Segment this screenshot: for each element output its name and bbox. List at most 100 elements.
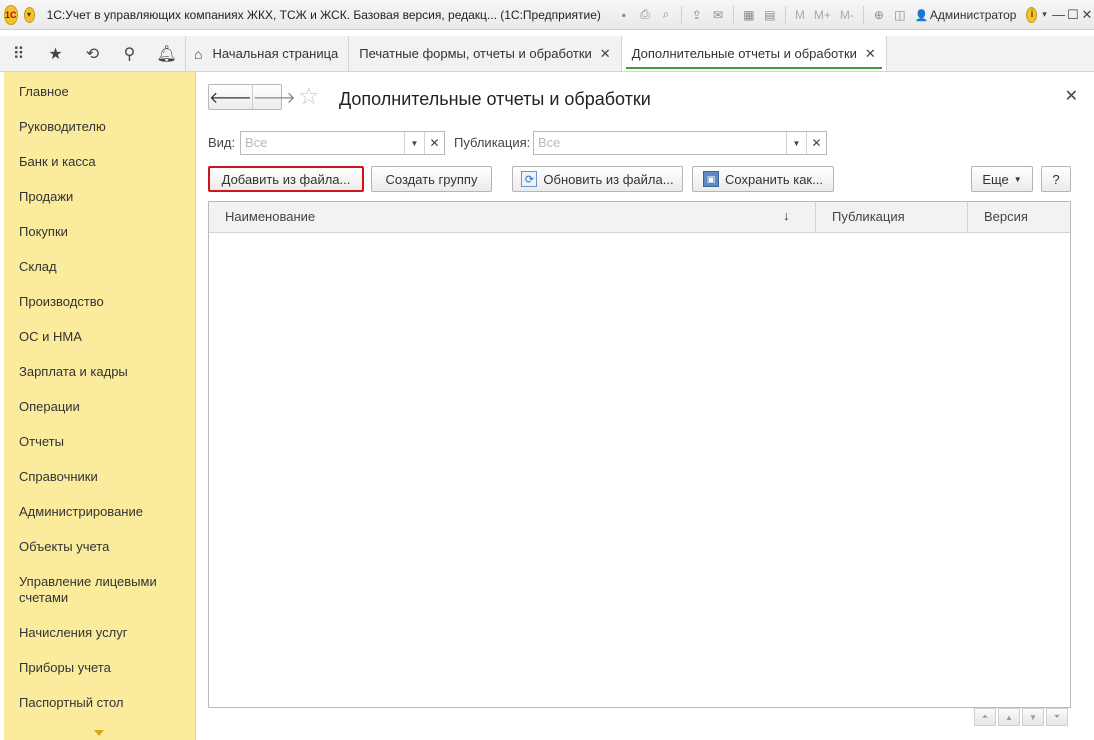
sidebar-item-operations[interactable]: Операции bbox=[19, 399, 189, 415]
history-icon[interactable]: ⟲ bbox=[74, 36, 111, 71]
publication-filter-label: Публикация: bbox=[454, 135, 531, 150]
sidebar-item-meters[interactable]: Приборы учета bbox=[19, 660, 189, 676]
sidebar-item-purchases[interactable]: Покупки bbox=[19, 224, 189, 240]
main-menu-icon[interactable]: ▾ bbox=[23, 6, 35, 23]
sidebar-item-accounting-objects[interactable]: Объекты учета bbox=[19, 539, 189, 555]
form-area: 🡐 🡒 ☆ Дополнительные отчеты и обработки … bbox=[196, 72, 1090, 740]
sidebar-item-payroll[interactable]: Зарплата и кадры bbox=[19, 364, 189, 380]
publication-filter-field[interactable]: Все ▼ ✕ bbox=[533, 131, 827, 155]
close-icon[interactable]: ✕ bbox=[600, 46, 611, 62]
calendar-icon[interactable]: ▤ bbox=[761, 6, 779, 24]
reports-table[interactable]: Наименование ↓ Публикация Версия bbox=[208, 201, 1071, 708]
save-as-button[interactable]: ▣ Сохранить как... bbox=[692, 166, 834, 192]
create-group-button[interactable]: Создать группу bbox=[371, 166, 492, 192]
scroll-up-icon[interactable]: ▲ bbox=[998, 708, 1020, 726]
sections-menu-icon[interactable]: ⠿ bbox=[0, 36, 37, 71]
search-icon[interactable]: ⚲ bbox=[111, 36, 148, 71]
kind-filter-field[interactable]: Все ▼ ✕ bbox=[240, 131, 445, 155]
calculator-icon[interactable]: ▦ bbox=[740, 6, 758, 24]
sidebar-item-production[interactable]: Производство bbox=[19, 294, 189, 310]
panels-icon[interactable]: ◫ bbox=[891, 6, 909, 24]
dropdown-icon[interactable]: ▼ bbox=[404, 132, 424, 154]
sidebar-item-main[interactable]: Главное bbox=[19, 84, 189, 100]
current-user[interactable]: 👤 Администратор bbox=[915, 8, 1017, 22]
app-logo-icon: 1С bbox=[4, 4, 18, 25]
sidebar-item-fixed-assets[interactable]: ОС и НМА bbox=[19, 329, 189, 345]
kind-filter-value[interactable]: Все bbox=[241, 132, 404, 154]
save-icon[interactable]: ▪ bbox=[615, 6, 633, 24]
tab-additional-reports[interactable]: Дополнительные отчеты и обработки ✕ bbox=[620, 36, 887, 71]
maximize-icon[interactable]: ☐ bbox=[1066, 4, 1080, 26]
divider bbox=[862, 5, 864, 24]
divider bbox=[784, 5, 786, 24]
help-button[interactable]: ? bbox=[1041, 166, 1071, 192]
favorite-star-icon[interactable]: ☆ bbox=[298, 85, 320, 109]
close-icon[interactable]: ✕ bbox=[1080, 4, 1094, 26]
home-icon: ⌂ bbox=[194, 45, 203, 62]
sidebar-item-administration[interactable]: Администрирование bbox=[19, 504, 189, 520]
zoom-icon[interactable]: ⊕ bbox=[870, 6, 888, 24]
info-icon[interactable]: i bbox=[1026, 6, 1038, 23]
title-toolbar: ▪ ⎙ ⌕ ⇪ ✉ ▦ ▤ M M+ M- ⊕ ◫ bbox=[615, 5, 909, 24]
close-form-icon[interactable]: ✕ bbox=[1065, 86, 1078, 106]
window-title-bar: 1С ▾ 1С:Учет в управляющих компаниях ЖКХ… bbox=[0, 0, 1094, 30]
column-header-name[interactable]: Наименование bbox=[209, 202, 815, 232]
memory-m-minus-button[interactable]: M- bbox=[840, 8, 854, 22]
memory-m-button[interactable]: M bbox=[795, 8, 805, 22]
divider bbox=[680, 5, 682, 24]
sections-panel: Главное Руководителю Банк и касса Продаж… bbox=[4, 72, 196, 740]
publication-filter-value[interactable]: Все bbox=[534, 132, 786, 154]
user-icon: 👤 bbox=[914, 9, 929, 22]
sort-descending-icon: ↓ bbox=[783, 208, 790, 223]
sidebar-item-passport-desk[interactable]: Паспортный стол bbox=[19, 695, 189, 711]
button-label: Сохранить как... bbox=[725, 171, 823, 187]
add-from-file-button[interactable]: Добавить из файла... bbox=[208, 166, 364, 192]
attach-icon[interactable]: ⇪ bbox=[688, 6, 706, 24]
history-navigation: 🡐 🡒 bbox=[208, 84, 296, 110]
forward-button[interactable]: 🡒 bbox=[251, 85, 296, 109]
window-menu-icon[interactable]: ▾ bbox=[1037, 4, 1051, 26]
scroll-down-icon[interactable]: ▼ bbox=[1022, 708, 1044, 726]
sidebar-item-bank[interactable]: Банк и касса bbox=[19, 154, 189, 170]
save-icon: ▣ bbox=[703, 171, 720, 187]
scroll-down-icon[interactable] bbox=[94, 730, 104, 736]
back-button[interactable]: 🡐 bbox=[209, 85, 252, 109]
minimize-icon[interactable]: — bbox=[1052, 4, 1066, 26]
dropdown-icon[interactable]: ▼ bbox=[786, 132, 806, 154]
column-header-version[interactable]: Версия bbox=[967, 202, 1070, 232]
table-header: Наименование ↓ Публикация Версия bbox=[209, 202, 1070, 233]
sidebar-item-service-charges[interactable]: Начисления услуг bbox=[19, 625, 189, 641]
mail-icon[interactable]: ✉ bbox=[709, 6, 727, 24]
tab-print-forms[interactable]: Печатные формы, отчеты и обработки ✕ bbox=[348, 36, 620, 71]
sidebar-item-sales[interactable]: Продажи bbox=[19, 189, 189, 205]
close-icon[interactable]: ✕ bbox=[865, 46, 876, 62]
more-button[interactable]: Еще ▼ bbox=[971, 166, 1033, 192]
memory-m-plus-button[interactable]: M+ bbox=[814, 8, 831, 22]
button-label: Еще bbox=[982, 171, 1009, 187]
tab-label: Начальная страница bbox=[212, 46, 339, 61]
sidebar-item-personal-accounts[interactable]: Управление лицевыми счетами bbox=[19, 574, 169, 606]
button-label: Создать группу bbox=[385, 171, 478, 187]
kind-filter-label: Вид: bbox=[208, 135, 236, 150]
chevron-down-icon: ▼ bbox=[1013, 174, 1022, 184]
notifications-icon[interactable]: 🔔︎ bbox=[148, 36, 185, 71]
page-title: Дополнительные отчеты и обработки bbox=[339, 89, 651, 109]
sidebar-item-warehouse[interactable]: Склад bbox=[19, 259, 189, 275]
clear-icon[interactable]: ✕ bbox=[424, 132, 444, 154]
print-icon[interactable]: ⎙ bbox=[636, 6, 654, 24]
scroll-first-icon[interactable]: ⏶ bbox=[974, 708, 996, 726]
tab-home[interactable]: ⌂ Начальная страница bbox=[185, 36, 348, 71]
print-preview-icon[interactable]: ⌕ bbox=[657, 6, 675, 24]
update-from-file-button[interactable]: ⟳ Обновить из файла... bbox=[512, 166, 683, 192]
favorites-icon[interactable]: ★ bbox=[37, 36, 74, 71]
tab-label: Дополнительные отчеты и обработки bbox=[631, 46, 857, 61]
button-label: ? bbox=[1052, 171, 1060, 187]
divider bbox=[732, 5, 734, 24]
sidebar-item-catalogs[interactable]: Справочники bbox=[19, 469, 189, 485]
tab-label: Печатные формы, отчеты и обработки bbox=[359, 46, 592, 61]
column-header-publication[interactable]: Публикация bbox=[815, 202, 967, 232]
clear-icon[interactable]: ✕ bbox=[806, 132, 826, 154]
scroll-last-icon[interactable]: ⏷ bbox=[1046, 708, 1068, 726]
sidebar-item-manager[interactable]: Руководителю bbox=[19, 119, 189, 135]
sidebar-item-reports[interactable]: Отчеты bbox=[19, 434, 189, 450]
